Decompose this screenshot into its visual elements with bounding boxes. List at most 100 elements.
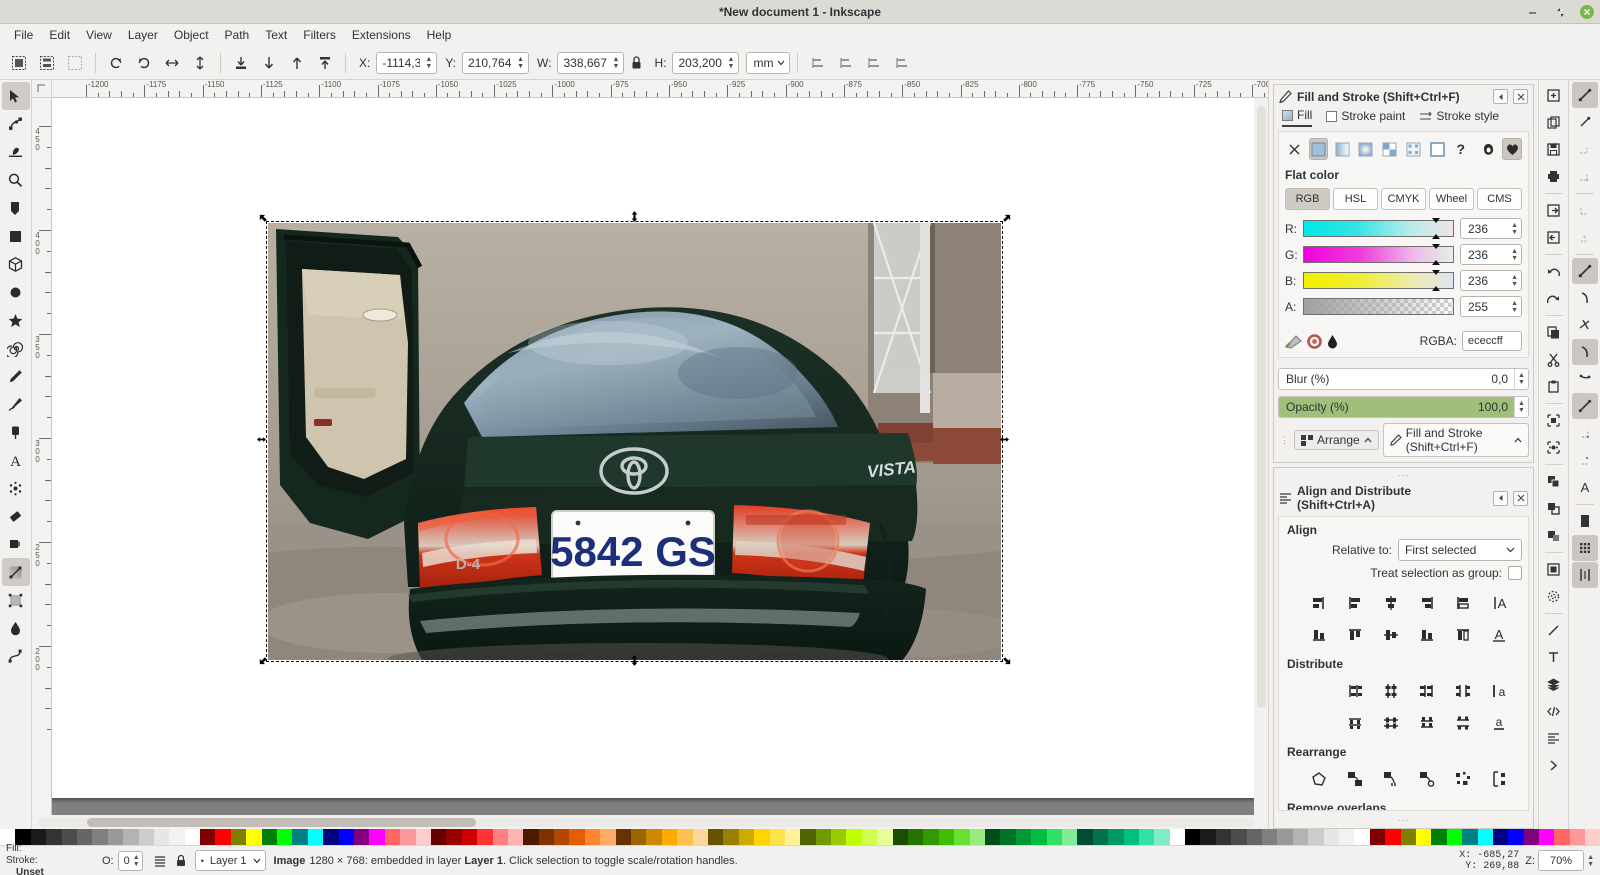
snap-others-button[interactable] — [1572, 420, 1598, 446]
palette-swatch[interactable] — [800, 829, 816, 845]
rectangle-tool[interactable] — [2, 222, 30, 250]
color-mode-cmyk[interactable]: CMYK — [1381, 188, 1426, 210]
palette-swatch[interactable] — [1385, 829, 1401, 845]
palette-swatch[interactable] — [954, 829, 970, 845]
affect-patterns-icon[interactable] — [889, 50, 915, 76]
channel-g-stepper[interactable]: ▲ ▼ — [1511, 248, 1518, 262]
color-mode-rgb[interactable]: RGB — [1285, 188, 1330, 210]
menu-object[interactable]: Object — [166, 26, 217, 44]
palette-swatch[interactable] — [877, 829, 893, 845]
channel-r-knob[interactable] — [1432, 218, 1440, 223]
connector-tool[interactable] — [2, 502, 30, 530]
palette-swatch[interactable] — [477, 829, 493, 845]
xml-code-icon[interactable] — [1541, 698, 1567, 724]
palette-swatch[interactable] — [938, 829, 955, 845]
copy-icon[interactable] — [1541, 319, 1567, 345]
menu-layer[interactable]: Layer — [120, 26, 166, 44]
unknown-paint-button[interactable] — [1427, 138, 1447, 160]
distribute-centers-horizontally-button[interactable] — [1378, 679, 1404, 703]
palette-swatch[interactable] — [646, 829, 662, 845]
palette-swatch[interactable] — [507, 829, 524, 845]
palette-swatch[interactable] — [138, 829, 154, 845]
channel-b-slider[interactable] — [1303, 270, 1454, 291]
star-tool[interactable] — [2, 306, 30, 334]
exchange-positions-selection-order-button[interactable] — [1342, 767, 1368, 791]
palette-swatch[interactable] — [1046, 829, 1062, 845]
palette-swatch[interactable] — [384, 829, 401, 845]
zoom-selection-icon[interactable] — [1541, 407, 1567, 433]
align-left-edges-button[interactable] — [1342, 591, 1368, 615]
palette-swatch[interactable] — [1154, 829, 1170, 845]
exchange-positions-clockwise-button[interactable] — [1414, 767, 1440, 791]
tab-stroke-style[interactable]: Stroke style — [1419, 109, 1499, 126]
w-input[interactable] — [558, 52, 611, 73]
close-align-button[interactable] — [1513, 490, 1528, 506]
distribute-bottom-edges-button[interactable] — [1414, 711, 1440, 735]
palette-swatch[interactable] — [353, 829, 370, 845]
calligraphy-tool[interactable] — [2, 390, 30, 418]
selection-handle-e[interactable] — [1000, 435, 1009, 444]
channel-r-knob-bottom[interactable] — [1432, 234, 1440, 239]
snap-smooth-nodes-button[interactable] — [1572, 366, 1598, 392]
distribute-text-baseline-button[interactable]: a — [1486, 711, 1512, 735]
palette-swatch[interactable] — [1277, 829, 1293, 845]
fill-rule-nonzero-button[interactable] — [1502, 138, 1523, 160]
palette-swatch[interactable] — [1292, 829, 1309, 845]
channel-g-knob-bottom[interactable] — [1432, 260, 1440, 265]
palette-swatch[interactable] — [200, 829, 216, 845]
palette-swatch[interactable] — [292, 829, 308, 845]
palette-swatch[interactable] — [569, 829, 585, 845]
selection-handle-s[interactable] — [630, 655, 639, 666]
palette-swatch[interactable] — [92, 829, 108, 845]
palette-swatch[interactable] — [769, 829, 785, 845]
spray-tool[interactable] — [2, 474, 30, 502]
palette-swatch[interactable] — [600, 829, 616, 845]
palette-swatch[interactable] — [415, 829, 431, 845]
palette-swatch[interactable] — [1308, 829, 1324, 845]
layer-lock-icon[interactable] — [175, 854, 187, 868]
pattern-button[interactable] — [1380, 138, 1400, 160]
snap-paths-button[interactable] — [1572, 285, 1598, 311]
palette-swatch[interactable] — [523, 829, 539, 845]
more-options-icon[interactable] — [1541, 752, 1567, 778]
menu-filters[interactable]: Filters — [295, 26, 344, 44]
palette-swatch[interactable] — [230, 829, 247, 845]
palette-swatch[interactable] — [400, 829, 416, 845]
box3d-tool[interactable] — [2, 250, 30, 278]
horizontal-scroll-thumb[interactable] — [86, 817, 476, 827]
no-paint-button[interactable] — [1285, 138, 1305, 160]
palette-swatch[interactable] — [1108, 829, 1124, 845]
palette-swatch[interactable] — [153, 829, 170, 845]
palette-swatch[interactable] — [61, 829, 77, 845]
palette-swatch[interactable] — [1415, 829, 1432, 845]
palette-swatch[interactable] — [1492, 829, 1509, 845]
palette-swatch[interactable] — [1185, 829, 1201, 845]
undo-icon[interactable] — [1541, 258, 1567, 284]
snap-bbox-edges-button[interactable] — [1572, 136, 1598, 162]
snap-guides-button[interactable] — [1571, 562, 1598, 588]
channel-b-knob[interactable] — [1432, 270, 1440, 275]
channel-a-slider[interactable] — [1303, 298, 1454, 315]
distribute-gaps-horizontally-button[interactable] — [1450, 679, 1476, 703]
palette-swatch[interactable] — [723, 829, 739, 845]
palette-swatch[interactable] — [1446, 829, 1463, 845]
graph-layout-button[interactable] — [1306, 767, 1332, 791]
tab-fill[interactable]: Fill — [1282, 108, 1313, 127]
palette-swatch[interactable] — [784, 829, 801, 845]
node-tool[interactable] — [2, 110, 30, 138]
align-right-edges-button[interactable] — [1414, 591, 1440, 615]
menu-edit[interactable]: Edit — [41, 26, 78, 44]
raise-to-top-icon[interactable] — [312, 50, 338, 76]
lower-icon[interactable] — [256, 50, 282, 76]
affect-rounded-corners-icon[interactable] — [833, 50, 859, 76]
palette-swatch[interactable] — [677, 829, 693, 845]
mesh-gradient-tool[interactable] — [2, 586, 30, 614]
ruler-unit-corner[interactable] — [32, 80, 52, 98]
unit-select[interactable]: mm — [746, 51, 791, 74]
palette-swatch[interactable] — [615, 829, 632, 845]
selection-handle-ne[interactable] — [1002, 214, 1011, 223]
channel-a-field[interactable]: 255 ▲ ▼ — [1460, 296, 1522, 317]
align-left-edge-to-anchor-button[interactable] — [1450, 591, 1476, 615]
palette-swatch[interactable] — [1508, 829, 1524, 845]
menu-text[interactable]: Text — [257, 26, 295, 44]
